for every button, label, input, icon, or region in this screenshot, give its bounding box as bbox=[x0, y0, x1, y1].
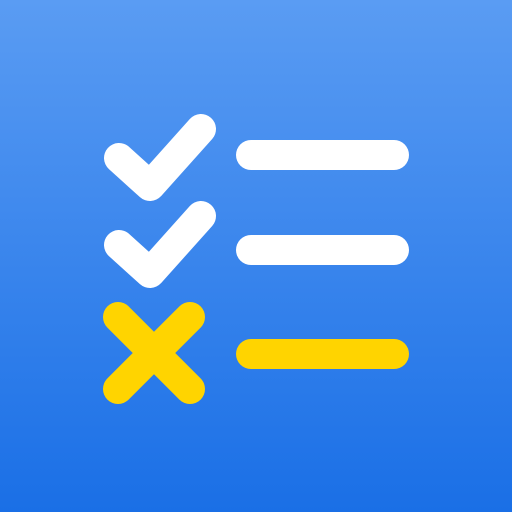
checklist-app-icon bbox=[0, 0, 512, 512]
app-icon-graphic bbox=[0, 0, 512, 512]
